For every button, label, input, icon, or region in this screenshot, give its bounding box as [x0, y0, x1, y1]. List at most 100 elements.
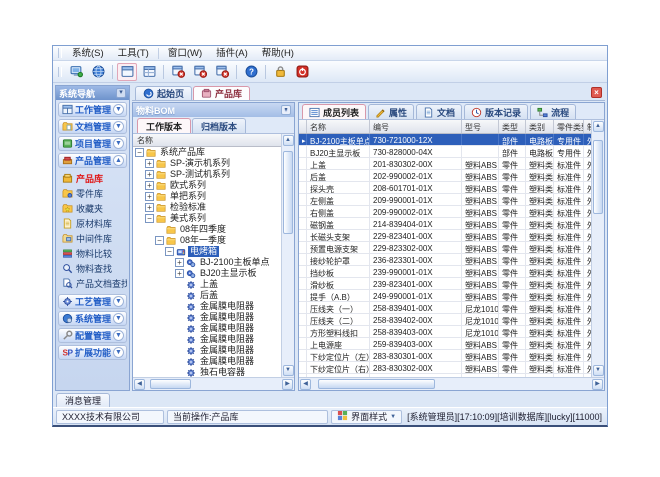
tree-node-16[interactable]: 金属膜电阻器: [133, 312, 281, 323]
close-window-button-3[interactable]: [212, 63, 232, 81]
expand-minus-icon[interactable]: −: [145, 214, 154, 223]
sidebar-section-6[interactable]: 系统管理▼: [58, 311, 127, 326]
sidebar-item-零件库[interactable]: 零件库: [62, 186, 127, 201]
version-tab-工作版本[interactable]: 工作版本: [137, 118, 191, 133]
close-document-button[interactable]: ×: [591, 87, 602, 98]
sidebar-section-2[interactable]: 文档管理▼: [58, 119, 127, 134]
menu-item-3[interactable]: 窗口(W): [161, 47, 209, 60]
menu-item-4[interactable]: 插件(A): [209, 47, 255, 60]
tree-node-1[interactable]: −系统产品库: [133, 147, 281, 158]
table-scroll-up-arrow[interactable]: ▲: [593, 121, 604, 132]
tree-scroll-right-arrow[interactable]: ▶: [282, 379, 293, 390]
chevron-down-icon[interactable]: ▼: [113, 121, 124, 132]
version-tab-归档版本[interactable]: 归档版本: [192, 118, 246, 133]
tree-horizontal-scrollbar[interactable]: ◀ ▶: [133, 377, 294, 390]
tree-node-21[interactable]: 独石电容器: [133, 367, 281, 377]
column-header-编号[interactable]: 编号: [370, 120, 462, 133]
expand-minus-icon[interactable]: −: [165, 247, 174, 256]
table-row[interactable]: 压线夹（一）258-839401-00X尼龙1010零件塑料类标准件外协条: [299, 302, 591, 314]
document-tab-产品库[interactable]: 产品库: [193, 86, 250, 100]
tree-node-2[interactable]: +SP-演示机系列: [133, 158, 281, 169]
table-scroll-left-arrow[interactable]: ◀: [300, 379, 311, 390]
chevron-down-icon[interactable]: ▼: [113, 296, 124, 307]
detail-tab-流程[interactable]: 流程: [530, 104, 576, 119]
table-row[interactable]: 滑纱板239-823401-00X塑料ABS零件塑料类标准件外协条: [299, 278, 591, 290]
column-header-类型[interactable]: 类型: [499, 120, 526, 133]
message-manager-tab[interactable]: 消息管理: [56, 393, 110, 407]
sidebar-section-4[interactable]: 产品管理▲: [58, 153, 127, 168]
chevron-down-icon[interactable]: ▼: [113, 104, 124, 115]
tree-node-3[interactable]: +SP-测试机系列: [133, 169, 281, 180]
chevron-down-icon[interactable]: ▼: [113, 347, 124, 358]
sidebar-options-button[interactable]: ▾: [116, 88, 126, 98]
table-row[interactable]: 上盖201-830302-00X塑料ABS零件塑料类标准件外协条: [299, 158, 591, 170]
expand-plus-icon[interactable]: +: [145, 203, 154, 212]
table-row[interactable]: BJ20主显示板730-828000-04X部件电路板专用件外协颗: [299, 146, 591, 158]
sidebar-item-中间件库[interactable]: 中间件库: [62, 231, 127, 246]
table-row[interactable]: 磁钢盖214-839404-01X塑料ABS零件塑料类标准件外协条: [299, 218, 591, 230]
expand-minus-icon[interactable]: −: [135, 148, 144, 157]
sidebar-item-收藏夹[interactable]: 收藏夹: [62, 201, 127, 216]
document-tab-起始页[interactable]: 起始页: [135, 86, 192, 100]
table-row[interactable]: 压线夹（二）258-839402-00X尼龙1010零件塑料类标准件外协条: [299, 314, 591, 326]
tree-node-17[interactable]: 金属膜电阻器: [133, 323, 281, 334]
sidebar-item-物料比较[interactable]: 物料比较: [62, 246, 127, 261]
column-header-型号[interactable]: 型号: [462, 120, 499, 133]
column-header-制造方式[interactable]: 制造方式: [584, 120, 591, 133]
tree-node-9[interactable]: −08年一季度: [133, 235, 281, 246]
expand-plus-icon[interactable]: +: [175, 258, 184, 267]
detail-tab-属性[interactable]: 属性: [368, 104, 414, 119]
table-row[interactable]: 后盖202-990002-01X塑料ABS零件塑料类标准件外协条: [299, 170, 591, 182]
tree-node-19[interactable]: 金属膜电阻器: [133, 345, 281, 356]
tree-node-18[interactable]: 金属膜电阻器: [133, 334, 281, 345]
table-row[interactable]: 挡纱板239-990001-01X塑料ABS零件塑料类标准件外协条: [299, 266, 591, 278]
column-header-名称[interactable]: 名称: [307, 120, 370, 133]
expand-plus-icon[interactable]: +: [145, 192, 154, 201]
exit-button[interactable]: [292, 63, 312, 81]
help-button[interactable]: ?: [241, 63, 261, 81]
expand-plus-icon[interactable]: +: [145, 159, 154, 168]
close-window-button-1[interactable]: [168, 63, 188, 81]
table-row[interactable]: 提手（A.B）249-990001-01X塑料ABS零件塑料类标准件外协条: [299, 290, 591, 302]
tree-column-header[interactable]: 名称: [133, 134, 281, 147]
tree-scroll-up-arrow[interactable]: ▲: [283, 135, 294, 146]
tree-node-14[interactable]: 后盖: [133, 290, 281, 301]
toolbar-drag-handle[interactable]: [58, 67, 62, 77]
sidebar-section-8[interactable]: SP扩展功能▼: [58, 345, 127, 360]
new-window-button[interactable]: [117, 63, 137, 81]
expand-plus-icon[interactable]: +: [145, 170, 154, 179]
tree-vertical-scrollbar[interactable]: ▲ ▼: [281, 134, 294, 377]
detail-tab-成员列表[interactable]: 成员列表: [302, 104, 366, 119]
tree-node-15[interactable]: 金属膜电阻器: [133, 301, 281, 312]
tree-node-4[interactable]: +欧式系列: [133, 180, 281, 191]
table-row[interactable]: 方形塑料线扣258-839403-00X尼龙1010零件塑料类标准件外协条: [299, 326, 591, 338]
table-row[interactable]: 接纱轮护罩236-823301-00X塑料ABS零件塑料类标准件外协条: [299, 254, 591, 266]
tree-node-7[interactable]: −美式系列: [133, 213, 281, 224]
tree-node-20[interactable]: 金属膜电阻器: [133, 356, 281, 367]
workspace-button[interactable]: [66, 63, 86, 81]
table-row[interactable]: 下纱定位片（左）283-830301-00X塑料ABS零件塑料类标准件外协条: [299, 350, 591, 362]
tree-node-10[interactable]: −电烤箱: [133, 246, 281, 257]
tree-scroll-left-arrow[interactable]: ◀: [134, 379, 145, 390]
table-horizontal-scrollbar[interactable]: ◀ ▶: [299, 377, 604, 390]
column-header-零件类型[interactable]: 零件类型: [554, 120, 584, 133]
sidebar-section-5[interactable]: 工艺管理▼: [58, 294, 127, 309]
menu-drag-handle[interactable]: [58, 48, 62, 58]
sidebar-section-3[interactable]: 项目管理▼: [58, 136, 127, 151]
menu-item-1[interactable]: 系统(S): [65, 47, 111, 60]
table-row[interactable]: 上电源座259-839403-00X塑料ABS零件塑料类标准件外协条: [299, 338, 591, 350]
column-header-类别[interactable]: 类别: [526, 120, 554, 133]
expand-plus-icon[interactable]: +: [175, 269, 184, 278]
expand-plus-icon[interactable]: +: [145, 181, 154, 190]
menu-item-5[interactable]: 帮助(H): [255, 47, 301, 60]
tree-scroll-down-arrow[interactable]: ▼: [283, 365, 294, 376]
tree-node-12[interactable]: +BJ20主显示板: [133, 268, 281, 279]
sidebar-item-产品库[interactable]: 产品库: [62, 171, 127, 186]
table-row[interactable]: ▸BJ-2100主板单点730-721000-12X部件电路板专用件外协颗: [299, 134, 591, 146]
sidebar-item-原材料库[interactable]: 原材料库: [62, 216, 127, 231]
table-row[interactable]: 探头壳208-601701-01X塑料ABS零件塑料类标准件外协条: [299, 182, 591, 194]
sidebar-section-7[interactable]: 配置管理▼: [58, 328, 127, 343]
table-row[interactable]: 右侧盖209-990002-01X塑料ABS零件塑料类标准件外协条: [299, 206, 591, 218]
table-row[interactable]: 长磁头支架229-823401-00X塑料ABS零件塑料类标准件外协条: [299, 230, 591, 242]
close-window-button-2[interactable]: [190, 63, 210, 81]
